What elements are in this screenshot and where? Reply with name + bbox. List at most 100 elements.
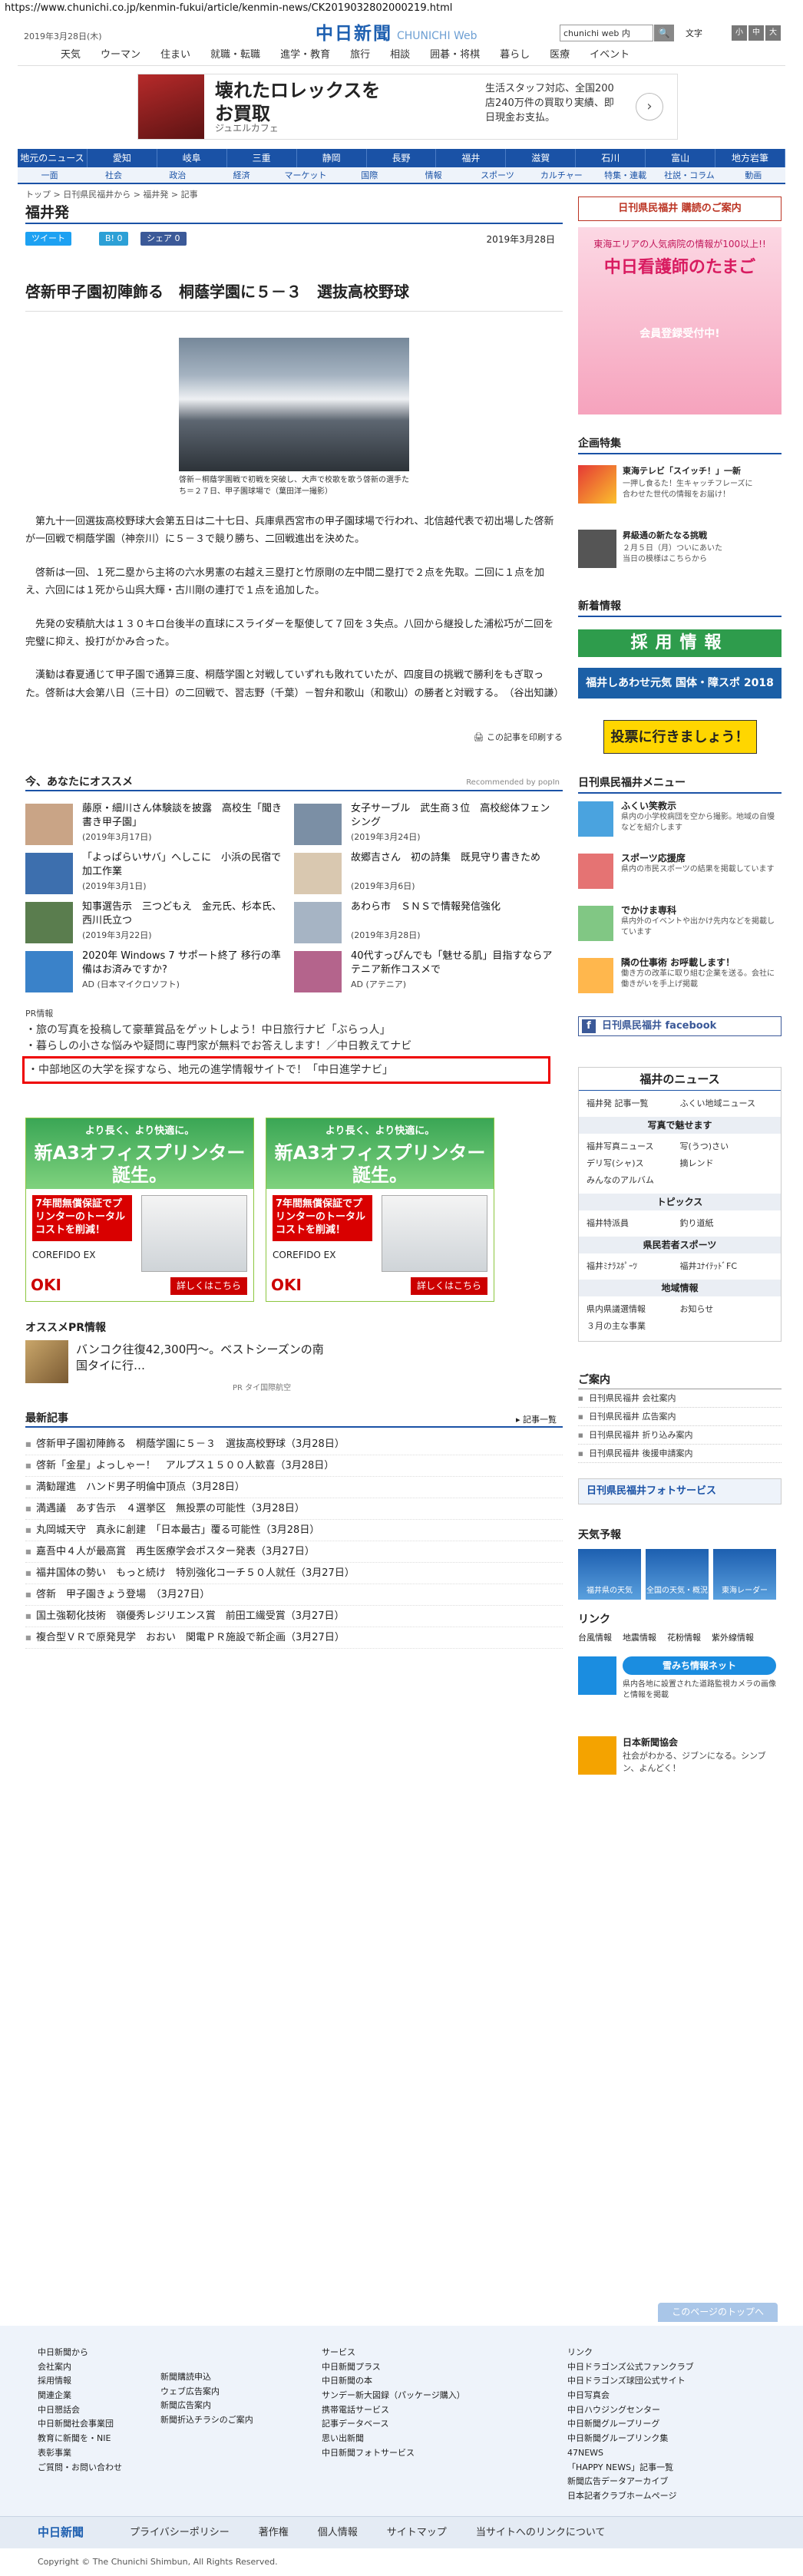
footer-link[interactable]: 中日新聞プラス: [322, 2360, 465, 2375]
nurse-ad[interactable]: 東海エリアの人気病院の情報が100以上!! 中日看護師のたまご 会員登録受付中!: [578, 227, 782, 414]
category-nav-item[interactable]: スポーツ: [465, 167, 529, 183]
footer-link[interactable]: 新聞広告案内: [160, 2399, 253, 2413]
footer-link[interactable]: 新聞購読申込: [160, 2370, 253, 2385]
region-nav-item[interactable]: 地元のニュース: [18, 149, 88, 167]
footer-link[interactable]: 教育に新聞を・NIE: [38, 2432, 122, 2446]
photo-service-banner[interactable]: 日刊県民福井フォトサービス: [578, 1478, 782, 1504]
category-nav-item[interactable]: 経済: [210, 167, 273, 183]
print-link[interactable]: 🖨 この記事を印刷する: [25, 732, 563, 744]
popin-credit[interactable]: Recommended by popIn: [466, 778, 560, 789]
region-nav-item[interactable]: 長野: [367, 149, 437, 167]
article-list-link[interactable]: ▸ 記事一覧: [516, 1414, 557, 1426]
category-nav-item[interactable]: 情報: [402, 167, 465, 183]
printer-ad[interactable]: より長く、より快適に。 新A3オフィスプリンター誕生。 7年間無償保証でプリンター…: [266, 1118, 494, 1302]
gnav-item[interactable]: 相談: [390, 48, 410, 63]
latest-article[interactable]: 満勧躍進 ハンド男子明倫中頂点（3月28日）: [25, 1477, 563, 1499]
footer-nav-link[interactable]: プライバシーポリシー: [130, 2526, 230, 2541]
region-nav-item[interactable]: 滋賀: [506, 149, 577, 167]
region-nav-item[interactable]: 地方岩筆: [715, 149, 785, 167]
footer-link[interactable]: ウェブ広告案内: [160, 2385, 253, 2399]
site-logo[interactable]: 中日新聞 CHUNICHI Web: [316, 21, 478, 47]
region-nav-item[interactable]: 愛知: [88, 149, 157, 167]
footer-link[interactable]: 中日新聞フォトサービス: [322, 2446, 465, 2461]
footer-link[interactable]: 中日新聞グループリンク集: [567, 2432, 694, 2446]
gnav-item[interactable]: イベント: [590, 48, 630, 63]
footer-nav-link[interactable]: 著作権: [259, 2526, 289, 2541]
category-nav-item[interactable]: 動画: [722, 167, 785, 183]
snow-road-banner[interactable]: 雪みち情報ネット 県内各地に設置された道路監視カメラの画像と情報を掲載: [578, 1656, 782, 1730]
weather-radar-link[interactable]: 東海レーダー: [713, 1549, 776, 1600]
category-nav-item[interactable]: 国際: [338, 167, 402, 183]
recommend-item[interactable]: 知事選告示 三つどもえ 金元氏、杉本氏、西川氏立つ (2019年3月22日): [25, 900, 294, 949]
footer-link[interactable]: 47NEWS: [567, 2446, 694, 2461]
latest-article[interactable]: 啓新「金星」よっしゃー！ アルプス１５００人歓喜（3月28日）: [25, 1455, 563, 1478]
recommend-item[interactable]: 故郷吉さん 初の詩集 既見守り書きため (2019年3月6日): [294, 851, 563, 900]
link-item[interactable]: 紫外線情報: [712, 1630, 754, 1646]
latest-article[interactable]: 福井国体の勢い もっと続け 特別強化コーチ５０人就任（3月27日）: [25, 1563, 563, 1585]
region-nav-item[interactable]: 福井: [436, 149, 507, 167]
footer-link[interactable]: 思い出新聞: [322, 2432, 465, 2446]
feature-item[interactable]: 昇級通の新たなる挑戦 ２月５日（月）ついにあいた 当日の模様はこちらから: [578, 530, 782, 583]
footer-link[interactable]: 中日ハウジングセンター: [567, 2403, 694, 2418]
footer-link[interactable]: 新聞広告データアーカイブ: [567, 2475, 694, 2489]
link-item[interactable]: 地震情報: [623, 1630, 656, 1646]
link-item[interactable]: 花粉情報: [667, 1630, 701, 1646]
font-small-button[interactable]: 小: [732, 25, 747, 41]
press-association-banner[interactable]: 日本新聞協会 社会がわかる、ジブンになる。シンブン、よんどく！: [578, 1736, 782, 1782]
facebook-share-button[interactable]: シェア 0: [140, 232, 187, 246]
category-nav-item[interactable]: 社説・コラム: [657, 167, 721, 183]
footer-link[interactable]: サンデー新大図録（パッケージ購入）: [322, 2389, 465, 2403]
footer-link[interactable]: 中日写真会: [567, 2389, 694, 2403]
guide-link[interactable]: 日刊県民福井 折り込み案内: [578, 1426, 782, 1445]
footer-link[interactable]: 新聞折込チラシのご案内: [160, 2413, 253, 2428]
ad-detail-button[interactable]: 詳しくはこちら: [410, 1276, 487, 1295]
region-nav-item[interactable]: 静岡: [297, 149, 367, 167]
footer-nav-link[interactable]: 個人情報: [318, 2526, 358, 2541]
weather-national-link[interactable]: 全国の天気・概況: [646, 1549, 709, 1600]
gnav-item[interactable]: 医療: [550, 48, 570, 63]
font-mid-button[interactable]: 中: [748, 25, 764, 41]
footer-link[interactable]: ご質問・お問い合わせ: [38, 2461, 122, 2475]
menu-item[interactable]: ふくい笑教示 県内の小学校病団を空から撮影。地域の自慢などを紹介します: [578, 800, 782, 846]
vote-banner[interactable]: 投票に行きましょう！: [603, 720, 757, 754]
footer-nav-link[interactable]: 当サイトへのリンクについて: [476, 2526, 606, 2541]
menu-item[interactable]: 隣の仕事術 お呼載します！ 働き方の改革に取り組む企業を送る。会社に働きがいを手上…: [578, 956, 782, 1002]
pr-link-highlighted[interactable]: ・中部地区の大学を探すなら、地元の進学情報サイトで！「中日進学ナビ」: [22, 1056, 550, 1084]
footer-link[interactable]: 日本記者クラブホームページ: [567, 2489, 694, 2504]
fukui-news-link[interactable]: みんなのアルバム: [587, 1172, 680, 1189]
recommend-item[interactable]: 女子サーブル 武生商３位 高校総体フェンシング (2019年3月24日): [294, 802, 563, 851]
latest-article[interactable]: 嘉吾中４人が最高賞 再生医療学会ポスター発表（3月27日）: [25, 1541, 563, 1564]
region-nav-item[interactable]: 富山: [646, 149, 716, 167]
latest-article[interactable]: 啓新甲子園初陣飾る 桐蔭学園に５－３ 選抜高校野球（3月28日）: [25, 1434, 563, 1456]
gnav-item[interactable]: 暮らし: [500, 48, 530, 63]
chevron-right-icon[interactable]: ›: [636, 93, 663, 121]
weather-fukui-link[interactable]: 福井県の天気: [578, 1549, 641, 1600]
footer-link[interactable]: 記事データベース: [322, 2417, 465, 2432]
footer-nav-link[interactable]: サイトマップ: [387, 2526, 447, 2541]
search-icon[interactable]: 🔍: [654, 25, 674, 41]
recommend-item[interactable]: 藤原・細川さん体験談を披露 高校生「聞き書き甲子園」 (2019年3月17日): [25, 802, 294, 851]
gnav-item[interactable]: 進学・教育: [280, 48, 330, 63]
subscribe-button[interactable]: 日刊県民福井 購読のご案内: [578, 197, 782, 221]
fukui-news-link[interactable]: ふくい地域ニュース: [680, 1095, 774, 1112]
facebook-link[interactable]: 日刊県民福井 facebook: [578, 1016, 782, 1036]
link-item[interactable]: 台風情報: [578, 1630, 612, 1646]
team-photo[interactable]: [179, 338, 409, 471]
kokutai-banner[interactable]: 福井しあわせ元気 国体・障スポ 2018: [578, 668, 782, 698]
latest-article[interactable]: 国土強靭化技術 嶺優秀レジリエンス賞 前田工繊受賞（3月27日）: [25, 1606, 563, 1628]
recruit-banner[interactable]: 採用情報: [578, 629, 782, 657]
font-large-button[interactable]: 大: [765, 25, 781, 41]
footer-logo[interactable]: 中日新聞: [38, 2525, 84, 2541]
footer-link[interactable]: 「HAPPY NEWS」記事一覧: [567, 2461, 694, 2475]
footer-link[interactable]: 採用情報: [38, 2374, 122, 2389]
fukui-news-link[interactable]: 県内県議選情報: [587, 1301, 680, 1318]
pr-link[interactable]: ・旅の写真を投稿して豪華賞品をゲットしよう！中日旅行ナビ「ぶらっ人」: [25, 1022, 563, 1039]
fukui-news-link[interactable]: 福井ﾐﾅﾗｽﾎﾟｰﾂ: [587, 1258, 680, 1275]
footer-link[interactable]: 中日ドラゴンズ球団公式サイト: [567, 2374, 694, 2389]
footer-link[interactable]: 表彰事業: [38, 2446, 122, 2461]
feature-item[interactable]: 東海テレビ「スイッチ！」一新 一押し食るた！生キャッチフレーズに 合わせた世代の情…: [578, 465, 782, 519]
gnav-item[interactable]: 住まい: [160, 48, 190, 63]
footer-link[interactable]: 関連企業: [38, 2389, 122, 2403]
fukui-news-link[interactable]: 摘レンド: [680, 1155, 774, 1172]
region-nav-item[interactable]: 三重: [227, 149, 297, 167]
